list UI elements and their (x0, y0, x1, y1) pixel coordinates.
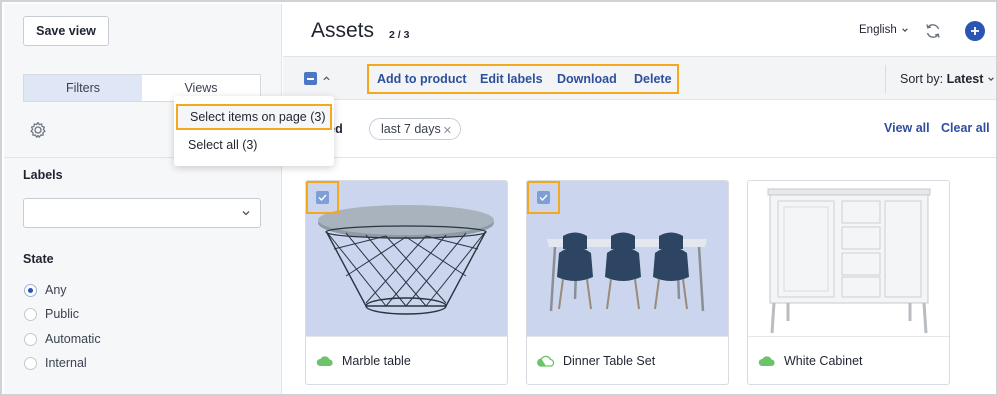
delete-button[interactable]: Delete (634, 72, 672, 86)
caret-up-icon[interactable] (322, 74, 331, 83)
bulk-actions-group: Add to product Edit labels Download Dele… (367, 64, 679, 94)
sidebar: Save view Filters Views Labels State Any… (4, 4, 282, 394)
clear-all-link[interactable]: Clear all (941, 121, 990, 135)
menu-item-select-all[interactable]: Select all (3) (176, 132, 257, 158)
save-view-button[interactable]: Save view (23, 16, 109, 46)
sort-value: Latest (946, 72, 984, 86)
asset-caption: Dinner Table Set (527, 336, 728, 384)
labels-title: Labels (23, 168, 63, 182)
state-title: State (23, 252, 54, 266)
asset-caption: White Cabinet (748, 336, 949, 384)
state-option-label: Internal (45, 356, 87, 370)
asset-caption: Marble table (306, 336, 507, 384)
chevron-down-icon (988, 77, 994, 81)
labels-select[interactable] (23, 198, 261, 228)
cloud-icon (537, 355, 555, 367)
state-option-internal[interactable]: Internal (24, 356, 87, 370)
filter-chip-label: last 7 days (381, 122, 441, 136)
language-label: English (859, 24, 897, 36)
page-title: Assets (311, 19, 375, 42)
radio-button[interactable] (24, 283, 37, 297)
card-select-highlight (306, 181, 339, 214)
edit-labels-button[interactable]: Edit labels (480, 72, 543, 86)
asset-card[interactable]: White Cabinet (747, 180, 950, 385)
view-all-link[interactable]: View all (884, 121, 930, 135)
cloud-icon (316, 355, 333, 366)
card-checkbox[interactable] (537, 191, 550, 204)
asset-thumbnail (748, 181, 949, 336)
radio-button[interactable] (24, 332, 37, 346)
white-cabinet-image (767, 188, 931, 334)
selection-count: 2 / 3 (389, 29, 410, 41)
chevron-down-icon (901, 28, 908, 32)
menu-item-select-page[interactable]: Select items on page (3) (176, 104, 332, 130)
asset-name: Dinner Table Set (563, 353, 656, 368)
card-checkbox[interactable] (316, 191, 329, 204)
radio-button[interactable] (24, 356, 37, 370)
radio-button[interactable] (24, 307, 37, 321)
asset-name: White Cabinet (784, 353, 863, 368)
card-select-highlight (527, 181, 560, 214)
views-dropdown-menu: Select items on page (3) Select all (3) (174, 96, 334, 166)
asset-card[interactable]: Dinner Table Set (526, 180, 729, 385)
content-divider (283, 157, 996, 158)
asset-name: Marble table (342, 353, 411, 368)
main-content: Assets 2 / 3 English Add to product Edit… (283, 4, 996, 394)
state-option-label: Any (45, 283, 67, 297)
bulk-action-toolbar: Add to product Edit labels Download Dele… (283, 56, 996, 100)
sort-select[interactable]: Sort by: Latest (900, 72, 995, 86)
chevron-down-icon (242, 211, 250, 216)
state-option-automatic[interactable]: Automatic (24, 332, 101, 346)
language-select[interactable]: English (859, 24, 909, 36)
filter-chip[interactable]: last 7 days ✕ (369, 118, 461, 140)
download-button[interactable]: Download (557, 72, 617, 86)
check-icon (318, 194, 327, 202)
refresh-icon[interactable] (923, 21, 943, 41)
check-icon (539, 194, 548, 202)
add-asset-button[interactable] (965, 21, 985, 41)
toolbar-divider (885, 65, 886, 93)
add-to-product-button[interactable]: Add to product (377, 72, 467, 86)
app-window: Save view Filters Views Labels State Any… (0, 0, 998, 396)
asset-card[interactable]: Marble table (305, 180, 508, 385)
state-option-label: Automatic (45, 332, 101, 346)
state-option-public[interactable]: Public (24, 307, 79, 321)
select-all-checkbox[interactable] (304, 72, 317, 85)
plus-icon (971, 27, 979, 35)
close-icon[interactable]: ✕ (443, 124, 452, 137)
state-option-any[interactable]: Any (24, 283, 67, 297)
tab-filters[interactable]: Filters (24, 75, 142, 101)
sort-prefix: Sort by: (900, 72, 944, 86)
gear-icon[interactable] (28, 120, 48, 140)
state-option-label: Public (45, 307, 80, 321)
cloud-icon (758, 355, 775, 366)
